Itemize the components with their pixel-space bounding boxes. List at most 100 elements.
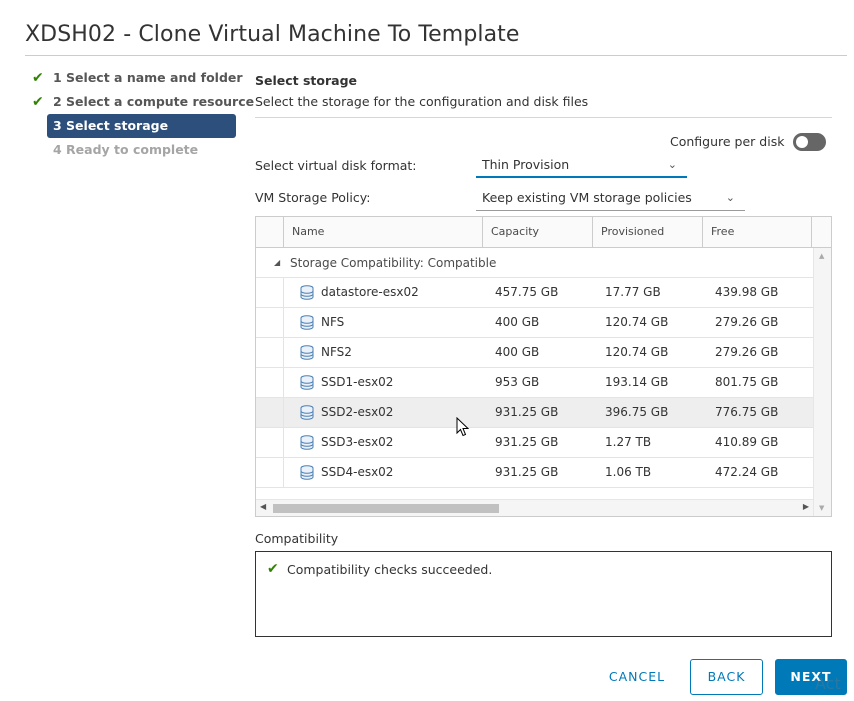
step-label: 3 Select storage (53, 118, 169, 133)
grid-header: Name Capacity Provisioned Free (256, 217, 831, 248)
datastore-provisioned: 120.74 GB (605, 345, 669, 359)
dialog-title: XDSH02 - Clone Virtual Machine To Templa… (25, 22, 520, 47)
column-header-free[interactable]: Free (703, 217, 812, 248)
datastore-provisioned: 17.77 GB (605, 285, 661, 299)
storage-policy-label: VM Storage Policy: (255, 190, 371, 205)
section-divider (255, 117, 832, 118)
datastore-provisioned: 193.14 GB (605, 375, 669, 389)
mouse-cursor-icon (456, 417, 470, 437)
row-select-cell[interactable] (256, 278, 284, 307)
row-select-cell[interactable] (256, 368, 284, 397)
disk-format-label: Select virtual disk format: (255, 158, 417, 173)
chevron-down-icon: ⌄ (667, 158, 677, 171)
step-ready-to-complete: 4 Ready to complete (30, 138, 240, 162)
datastore-icon (300, 315, 314, 330)
datastore-name: SSD3-esx02 (321, 435, 394, 449)
title-divider (25, 55, 847, 56)
datastore-icon (300, 405, 314, 420)
checkmark-icon: ✔ (32, 70, 44, 86)
configure-per-disk-toggle[interactable] (793, 133, 826, 151)
datastore-name: SSD2-esx02 (321, 405, 394, 419)
row-select-cell[interactable] (256, 338, 284, 367)
disk-format-select[interactable]: Thin Provision ⌄ (476, 154, 687, 178)
compatibility-panel: ✔ Compatibility checks succeeded. (255, 551, 832, 637)
datastore-icon (300, 465, 314, 480)
datastore-free: 776.75 GB (715, 405, 779, 419)
datastore-capacity: 400 GB (495, 345, 540, 359)
datastore-capacity: 931.25 GB (495, 405, 559, 419)
datastore-capacity: 931.25 GB (495, 465, 559, 479)
collapse-triangle-icon[interactable]: ◢ (274, 248, 280, 278)
column-header-name[interactable]: Name (284, 217, 483, 248)
datastore-provisioned: 1.06 TB (605, 465, 652, 479)
scroll-down-icon[interactable]: ▼ (819, 504, 824, 512)
datastore-name: NFS2 (321, 345, 352, 359)
compatibility-message: Compatibility checks succeeded. (287, 562, 493, 577)
row-select-cell[interactable] (256, 458, 284, 487)
datastore-free: 439.98 GB (715, 285, 779, 299)
datastore-name: NFS (321, 315, 345, 329)
table-row[interactable]: datastore-esx02 457.75 GB 17.77 GB 439.9… (256, 278, 813, 308)
table-row[interactable]: SSD1-esx02 953 GB 193.14 GB 801.75 GB (256, 368, 813, 398)
cancel-button[interactable]: CANCEL (596, 659, 678, 695)
horizontal-scrollbar[interactable]: ◀ ▶ (256, 499, 813, 516)
step-select-name-folder[interactable]: ✔ 1 Select a name and folder (30, 66, 243, 90)
datastore-name: datastore-esx02 (321, 285, 419, 299)
scrollbar-thumb[interactable] (273, 504, 499, 513)
storage-policy-value: Keep existing VM storage policies (482, 190, 692, 205)
group-label: Storage Compatibility: Compatible (290, 256, 497, 270)
toggle-knob (796, 136, 808, 148)
datastore-provisioned: 396.75 GB (605, 405, 669, 419)
datastore-grid: Name Capacity Provisioned Free ◢ Storage… (255, 216, 832, 517)
datastore-name: SSD1-esx02 (321, 375, 394, 389)
compatibility-label: Compatibility (255, 531, 339, 546)
scroll-up-icon[interactable]: ▲ (819, 252, 824, 260)
row-select-cell[interactable] (256, 308, 284, 337)
checkmark-icon: ✔ (32, 94, 44, 110)
datastore-icon (300, 285, 314, 300)
back-button[interactable]: BACK (690, 659, 763, 695)
step-label: 4 Ready to complete (53, 142, 199, 157)
datastore-free: 472.24 GB (715, 465, 779, 479)
datastore-icon (300, 375, 314, 390)
step-label: 1 Select a name and folder (53, 70, 243, 85)
checkmark-icon: ✔ (267, 561, 279, 577)
table-row[interactable]: NFS 400 GB 120.74 GB 279.26 GB (256, 308, 813, 338)
disk-format-value: Thin Provision (482, 157, 570, 172)
table-row[interactable]: SSD3-esx02 931.25 GB 1.27 TB 410.89 GB (256, 428, 813, 458)
table-row[interactable]: NFS2 400 GB 120.74 GB 279.26 GB (256, 338, 813, 368)
step-select-compute-resource[interactable]: ✔ 2 Select a compute resource (30, 90, 254, 114)
row-select-cell[interactable] (256, 398, 284, 427)
column-header-provisioned[interactable]: Provisioned (593, 217, 703, 248)
wizard-steps: ✔ 1 Select a name and folder ✔ 2 Select … (30, 66, 254, 162)
datastore-free: 801.75 GB (715, 375, 779, 389)
datastore-free: 279.26 GB (715, 345, 779, 359)
datastore-icon (300, 435, 314, 450)
group-row-compatible[interactable]: ◢ Storage Compatibility: Compatible (256, 248, 813, 278)
step-label: 2 Select a compute resource (53, 94, 255, 109)
scroll-right-icon[interactable]: ▶ (803, 502, 809, 511)
vertical-scrollbar[interactable]: ▲ ▼ (813, 248, 831, 516)
datastore-provisioned: 1.27 TB (605, 435, 652, 449)
section-subtitle: Select the storage for the configuration… (255, 94, 589, 109)
chevron-down-icon: ⌄ (725, 191, 735, 204)
section-title: Select storage (255, 73, 358, 88)
datastore-free: 279.26 GB (715, 315, 779, 329)
scroll-left-icon[interactable]: ◀ (260, 502, 266, 511)
activation-watermark: Act (815, 674, 841, 693)
storage-policy-select[interactable]: Keep existing VM storage policies ⌄ (476, 187, 745, 211)
datastore-capacity: 931.25 GB (495, 435, 559, 449)
select-column-header (256, 217, 284, 248)
step-select-storage[interactable]: 3 Select storage (47, 114, 236, 138)
configure-per-disk-label: Configure per disk (670, 134, 785, 149)
datastore-icon (300, 345, 314, 360)
table-row[interactable]: SSD2-esx02 931.25 GB 396.75 GB 776.75 GB (256, 398, 813, 428)
table-row[interactable]: SSD4-esx02 931.25 GB 1.06 TB 472.24 GB (256, 458, 813, 488)
datastore-capacity: 457.75 GB (495, 285, 559, 299)
datastore-capacity: 953 GB (495, 375, 540, 389)
row-select-cell[interactable] (256, 428, 284, 457)
column-header-capacity[interactable]: Capacity (483, 217, 593, 248)
datastore-provisioned: 120.74 GB (605, 315, 669, 329)
datastore-name: SSD4-esx02 (321, 465, 394, 479)
datastore-free: 410.89 GB (715, 435, 779, 449)
